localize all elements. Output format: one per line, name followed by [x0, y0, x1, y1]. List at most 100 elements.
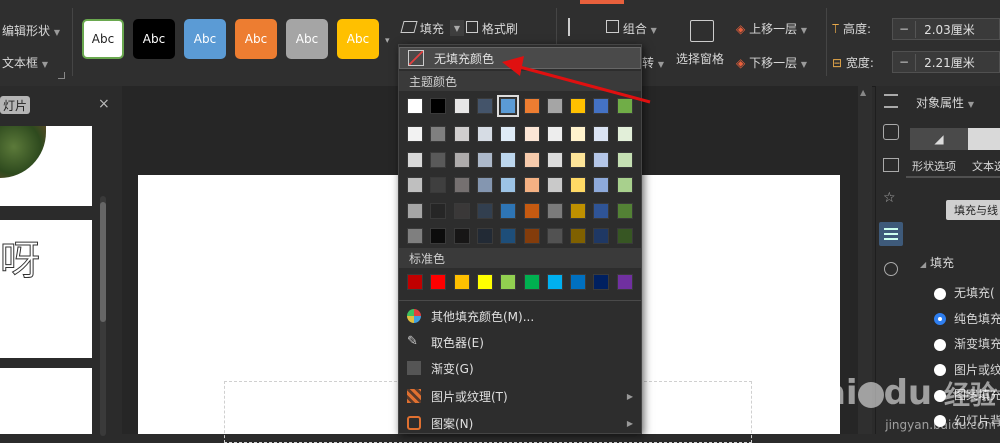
fill-option-1[interactable]: 无填充(	[934, 284, 995, 301]
standard-color-swatch[interactable]	[407, 274, 423, 290]
fill-button[interactable]: 填充	[400, 20, 444, 37]
dialog-launcher-icon[interactable]	[58, 72, 65, 79]
history-icon[interactable]	[884, 262, 898, 276]
divider	[906, 176, 1000, 178]
width-decrement-button[interactable]: −	[893, 55, 915, 69]
height-field[interactable]: − 2.03厘米	[892, 18, 1000, 40]
radio-button[interactable]	[934, 313, 946, 325]
pattern-label: 图案(N)	[431, 416, 474, 431]
gradient-icon	[407, 361, 421, 375]
standard-color-swatch[interactable]	[546, 274, 563, 290]
fill-bucket-icon	[400, 21, 418, 33]
slide-thumbnail-3[interactable]	[0, 368, 92, 434]
star-icon[interactable]: ☆	[883, 190, 896, 206]
fill-section-label: 填充	[929, 256, 954, 270]
shape-style-3[interactable]: Abc	[184, 19, 226, 59]
fill-dropdown-arrow[interactable]: ▼	[450, 20, 464, 36]
fill-option-2[interactable]: 纯色填充	[934, 310, 1000, 327]
chevron-down-icon: ▼	[650, 26, 657, 35]
standard-color-swatch[interactable]	[570, 274, 587, 290]
fill-option-label: 纯色填充	[954, 311, 1000, 326]
shape-style-4[interactable]: Abc	[235, 19, 277, 59]
standard-color-swatch[interactable]	[476, 274, 493, 290]
width-field[interactable]: − 2.21厘米	[892, 51, 1000, 73]
textbox-button[interactable]: 文本框 ▼	[2, 54, 48, 71]
gradient-item[interactable]: 渐变(G)	[399, 355, 641, 381]
standard-color-swatch[interactable]	[430, 274, 447, 290]
watermark-brand2: du	[883, 373, 933, 413]
width-icon: ⊟	[832, 56, 843, 70]
standard-color-swatch[interactable]	[453, 274, 470, 290]
thumb-text: 呀	[0, 238, 41, 285]
shape-style-label: Abc	[244, 32, 268, 46]
height-decrement-button[interactable]: −	[893, 22, 915, 36]
selection-pane-button[interactable]: 选择窗格	[676, 50, 724, 67]
shape-style-5[interactable]: Abc	[286, 19, 328, 59]
format-painter-button[interactable]: 格式刷	[466, 20, 518, 37]
text-options-icon-tab[interactable]	[968, 128, 1000, 150]
close-icon[interactable]: ×	[98, 96, 110, 112]
edit-shape-label: 编辑形状	[2, 24, 51, 38]
tab-shape-options[interactable]: 形状选项	[912, 158, 956, 174]
bring-forward-icon: ◈	[736, 22, 746, 36]
standard-color-swatch[interactable]	[616, 274, 633, 290]
radio-button[interactable]	[934, 338, 946, 351]
standard-color-swatch[interactable]	[523, 274, 540, 290]
picture-texture-label: 图片或纹理(T)	[431, 389, 508, 404]
fill-and-line-button[interactable]: 填充与线	[946, 200, 1000, 220]
gallery-more-icon[interactable]: ▾	[385, 36, 390, 46]
width-label: 宽度:	[845, 56, 874, 70]
standard-color-swatch[interactable]	[593, 274, 610, 290]
slide-thumbnail-1[interactable]	[0, 126, 92, 206]
shape-icon[interactable]	[883, 124, 899, 140]
eyedropper-item[interactable]: ✎ 取色器(E)	[399, 329, 641, 355]
scroll-up-icon[interactable]: ▲	[860, 88, 866, 97]
eyedropper-icon: ✎	[407, 334, 418, 349]
chevron-down-icon: ▼	[800, 60, 808, 69]
format-painter-label: 格式刷	[481, 22, 518, 36]
gradient-label: 渐变(G)	[431, 361, 474, 376]
group-button[interactable]: 组合 ▼	[606, 20, 657, 37]
send-backward-button[interactable]: ◈ 下移一层 ▼	[736, 54, 807, 71]
properties-icon[interactable]	[879, 222, 903, 246]
picture-texture-item[interactable]: 图片或纹理(T) ▶	[399, 383, 641, 409]
collapse-icon: ◢	[920, 260, 927, 269]
slides-tab[interactable]: 灯片	[0, 96, 30, 114]
fill-option-label: 无填充(	[954, 286, 995, 300]
height-value[interactable]: 2.03厘米	[915, 20, 975, 38]
textbox-label: 文本框	[2, 56, 39, 70]
shape-style-label: Abc	[346, 32, 370, 46]
menu-icon[interactable]	[884, 94, 898, 108]
copy-icon[interactable]	[883, 158, 899, 172]
slide-thumbnail-2[interactable]: 呀	[0, 220, 92, 358]
send-backward-icon: ◈	[736, 56, 746, 70]
shape-style-label: Abc	[91, 32, 115, 46]
shape-style-1[interactable]: Abc	[82, 19, 124, 59]
scrollbar-thumb[interactable]	[100, 202, 106, 322]
chevron-down-icon: ▼	[53, 28, 60, 37]
edit-shape-button[interactable]: 编辑形状 ▼	[2, 22, 60, 39]
shape-options-icon-tab[interactable]: ◢	[910, 128, 968, 150]
shape-style-label: Abc	[193, 32, 217, 46]
send-backward-label: 下移一层	[749, 56, 798, 70]
scrollbar-track[interactable]	[100, 196, 106, 436]
more-fill-colors-item[interactable]: 其他填充颜色(M)...	[399, 303, 641, 329]
panel-title[interactable]: 对象属性 ▼	[916, 94, 974, 111]
shape-style-6[interactable]: Abc	[337, 19, 379, 59]
watermark-brand: Bai	[797, 373, 858, 413]
standard-color-swatch[interactable]	[500, 274, 517, 290]
divider	[826, 8, 827, 76]
tab-text-options[interactable]: 文本选	[972, 158, 1000, 174]
align-icon[interactable]	[568, 18, 586, 36]
fill-option-3[interactable]: 渐变填充	[934, 335, 1000, 352]
baidu-watermark: Bai du 经验 jingyan.baidu.com	[797, 375, 996, 432]
radio-button[interactable]	[934, 287, 946, 300]
red-arrow-annotation	[502, 56, 651, 104]
slide-thumbnail-panel: 灯片 × 呀	[0, 86, 123, 436]
more-fill-colors-label: 其他填充颜色(M)...	[431, 309, 535, 324]
pattern-item[interactable]: 图案(N) ▶	[399, 410, 641, 436]
bring-forward-button[interactable]: ◈ 上移一层 ▼	[736, 20, 807, 37]
shape-style-2[interactable]: Abc	[133, 19, 175, 59]
fill-section-header[interactable]: ◢ 填充	[920, 254, 954, 271]
width-value[interactable]: 2.21厘米	[915, 53, 975, 71]
